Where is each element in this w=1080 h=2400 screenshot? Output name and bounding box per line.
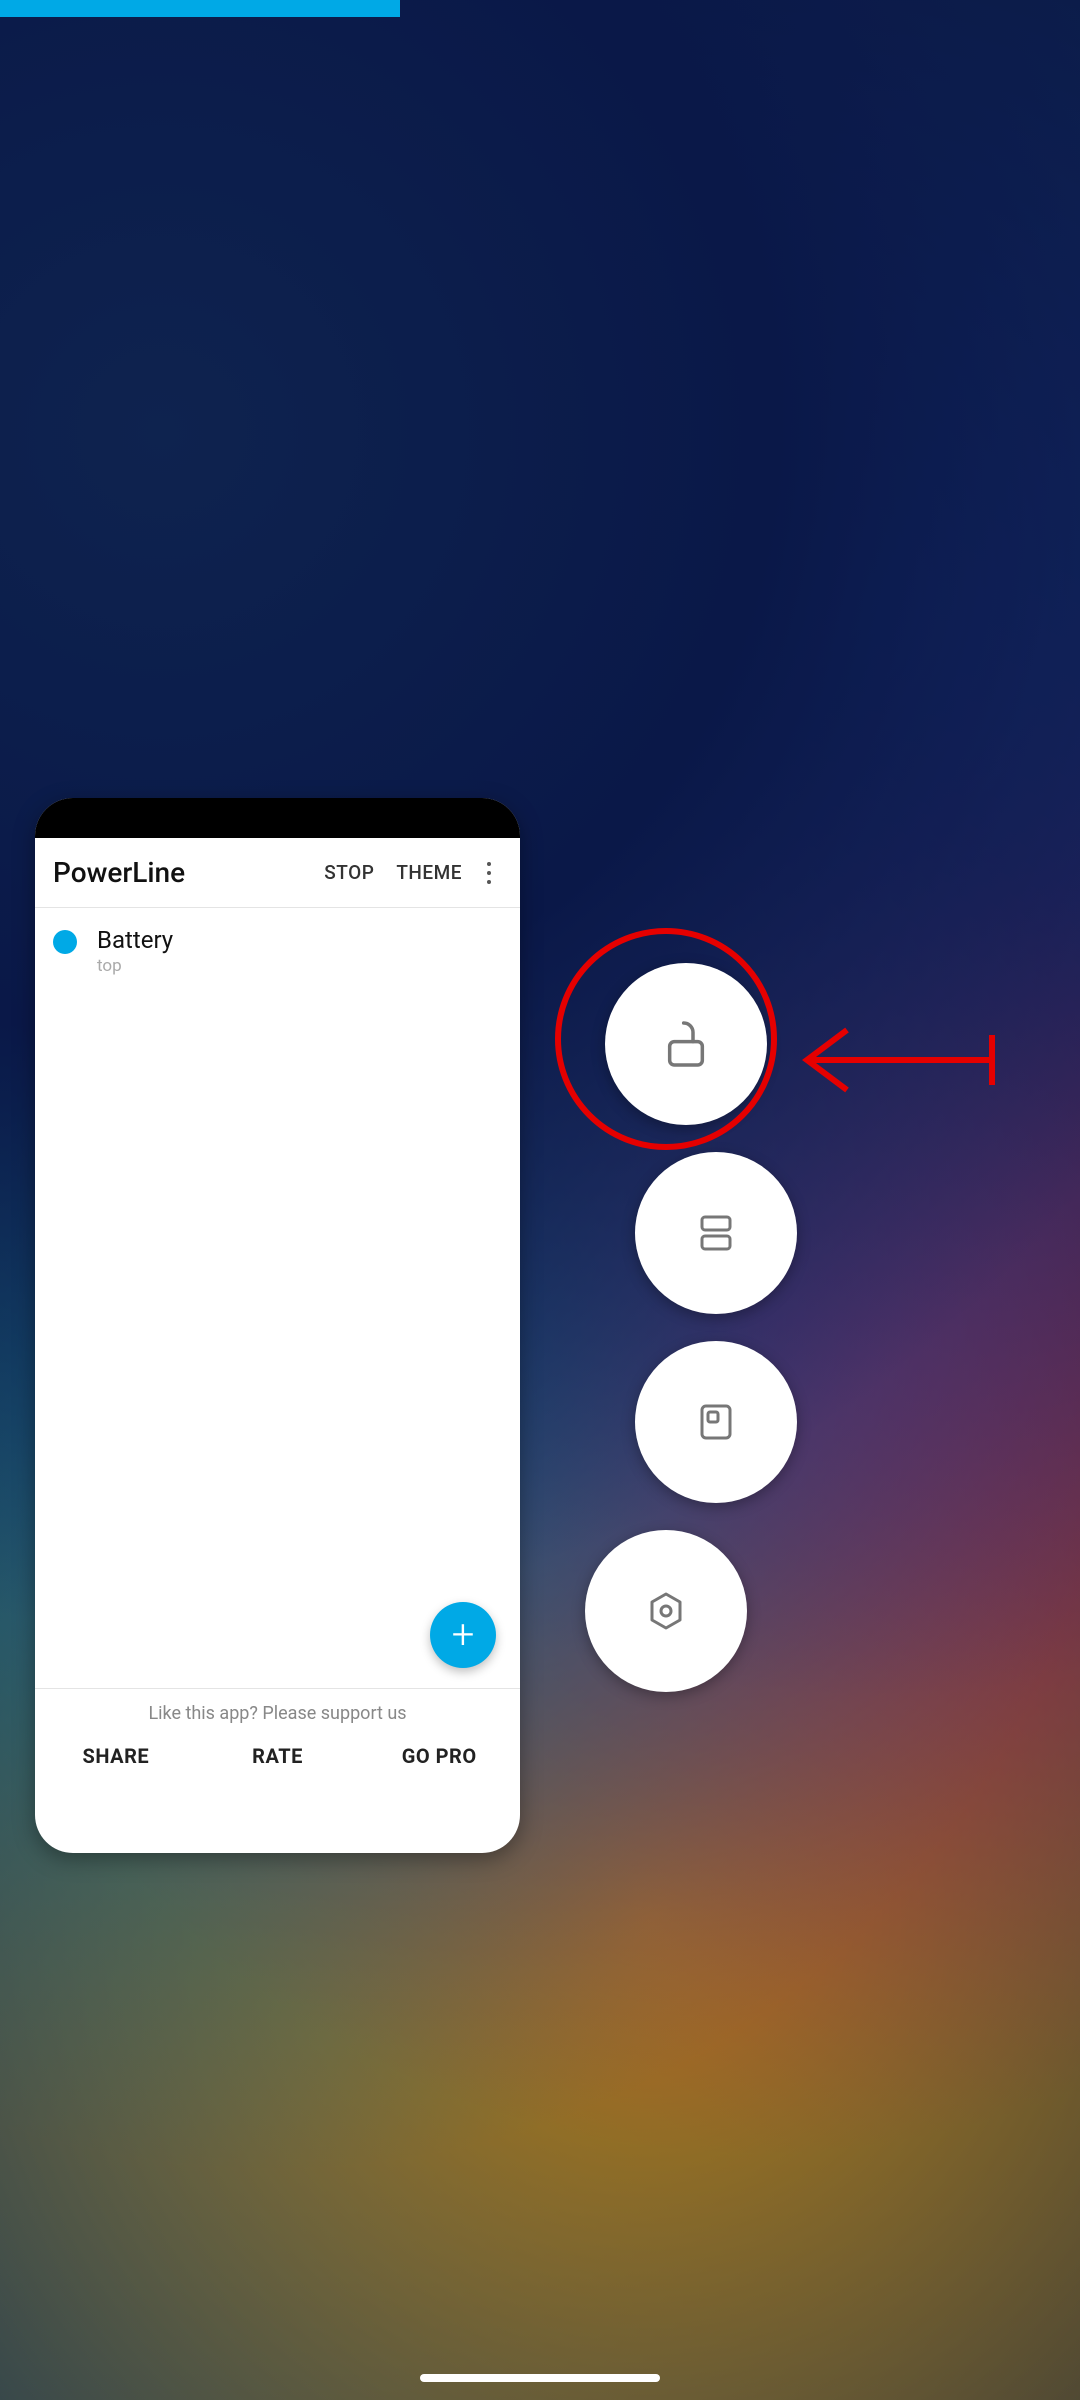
card-statusbar [35,798,520,838]
indicator-list: Battery top + [35,908,520,1688]
home-indicator[interactable] [420,2374,660,2382]
list-item[interactable]: Battery top [53,926,502,976]
plus-icon: + [452,1615,475,1655]
floating-window-button[interactable] [635,1341,797,1503]
recent-app-card-powerline[interactable]: PowerLine STOP THEME Battery top + Like … [35,798,520,1853]
support-text: Like this app? Please support us [35,1689,520,1730]
overflow-menu-icon[interactable] [476,853,502,893]
app-footer: Like this app? Please support us SHARE R… [35,1688,520,1792]
powerline-indicator-bar [0,0,400,17]
split-screen-icon [692,1209,740,1257]
lock-app-button[interactable] [605,963,767,1125]
gopro-button[interactable]: GO PRO [358,1730,520,1792]
app-title: PowerLine [53,856,185,889]
share-button[interactable]: SHARE [35,1730,197,1792]
floating-window-icon [692,1398,740,1446]
app-settings-button[interactable] [585,1530,747,1692]
theme-button[interactable]: THEME [396,861,462,884]
split-screen-button[interactable] [635,1152,797,1314]
settings-hex-icon [642,1587,690,1635]
stop-button[interactable]: STOP [324,861,374,884]
add-indicator-fab[interactable]: + [430,1602,496,1668]
app-toolbar: PowerLine STOP THEME [35,838,520,908]
indicator-color-swatch [53,930,77,954]
unlock-icon [658,1016,714,1072]
list-item-title: Battery [97,926,173,954]
list-item-subtitle: top [97,956,173,976]
rate-button[interactable]: RATE [197,1730,359,1792]
